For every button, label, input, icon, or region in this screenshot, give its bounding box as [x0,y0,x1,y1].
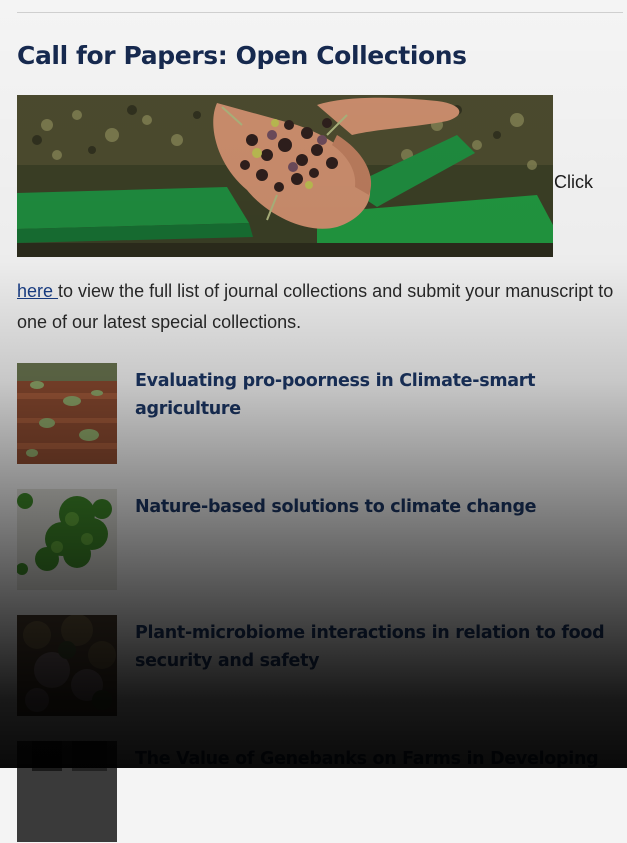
dark-photo [17,741,117,842]
collection-title[interactable]: Nature-based solutions to climate change [135,493,625,521]
collection-thumbnail[interactable] [17,489,117,590]
collection-item[interactable]: Plant-microbiome interactions in relatio… [17,615,627,717]
leaves-photo [17,489,117,590]
collection-thumbnail[interactable] [17,363,117,464]
collection-title[interactable]: The Value of Genebanks on Farms in Devel… [135,745,625,773]
collection-item[interactable]: The Value of Genebanks on Farms in Devel… [17,741,627,843]
view-collections-link[interactable]: here [17,281,58,301]
olives-photo [17,95,553,257]
collection-thumbnail[interactable] [17,741,117,842]
seedlings-photo [17,363,117,464]
shrubs-photo [17,615,117,716]
collection-item[interactable]: Nature-based solutions to climate change [17,489,627,591]
collection-title[interactable]: Evaluating pro-poorness in Climate-smart… [135,367,625,423]
intro-paragraph: here to view the full list of journal co… [17,276,617,338]
collection-item[interactable]: Evaluating pro-poorness in Climate-smart… [17,363,627,465]
top-divider [17,12,623,13]
collection-title[interactable]: Plant-microbiome interactions in relatio… [135,619,625,675]
section-heading: Call for Papers: Open Collections [17,41,467,70]
hero-trailing-text: Click [554,172,593,192]
collection-thumbnail[interactable] [17,615,117,716]
hero-image[interactable] [17,95,553,257]
intro-text: to view the full list of journal collect… [17,281,614,332]
